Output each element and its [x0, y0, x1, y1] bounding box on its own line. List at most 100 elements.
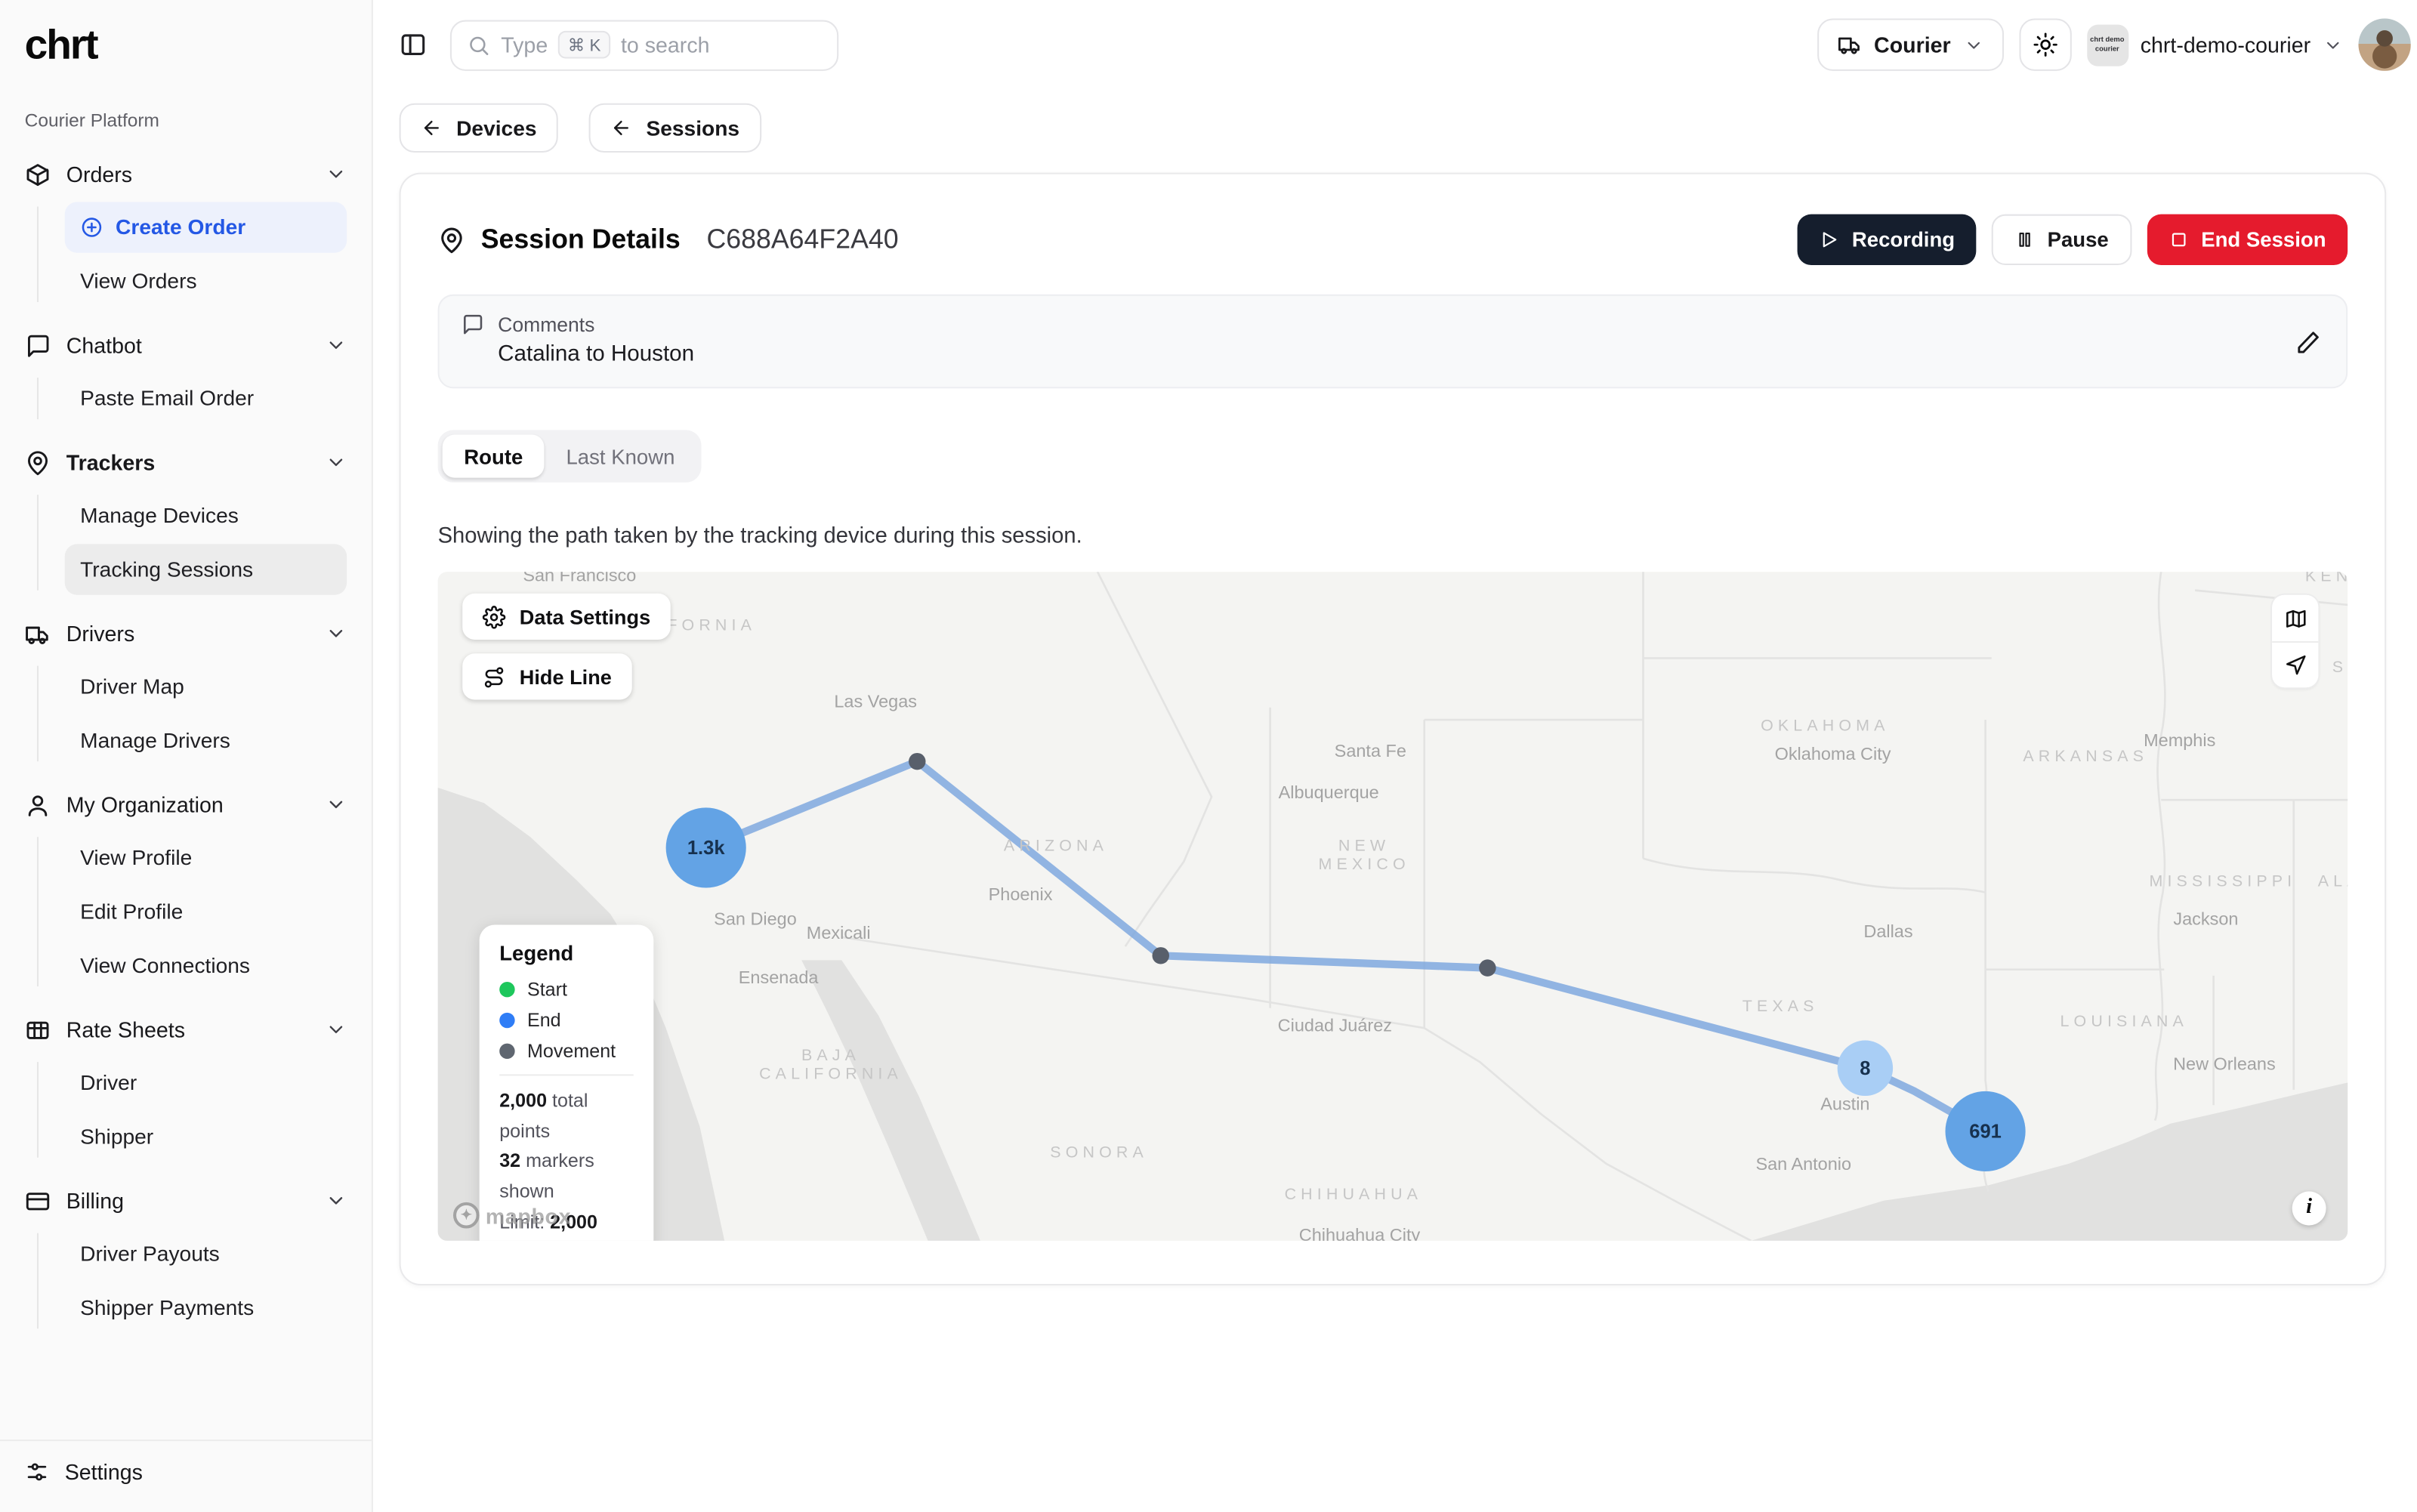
- legend-stat: 2,000 total points: [499, 1087, 634, 1147]
- data-settings-button[interactable]: Data Settings: [462, 594, 670, 640]
- map-style-button[interactable]: [2272, 595, 2318, 641]
- end-session-button[interactable]: End Session: [2147, 214, 2348, 265]
- tracking-map[interactable]: 1.3k8691 San FranciscoCALIFORNIALas Vega…: [438, 572, 2348, 1241]
- navigation-arrow-icon: [2283, 653, 2307, 677]
- map-label-memphis: Memphis: [2144, 732, 2215, 750]
- chevron-down-icon: [326, 622, 347, 644]
- pause-button[interactable]: Pause: [1992, 214, 2131, 265]
- sidebar-item-tracking-sessions[interactable]: Tracking Sessions: [65, 544, 347, 594]
- sidebar-item-manage-devices[interactable]: Manage Devices: [65, 490, 347, 541]
- map-label-new-orleans: New Orleans: [2173, 1056, 2276, 1074]
- app-window: chrt Courier Platform OrdersCreate Order…: [0, 0, 2417, 1512]
- sidebar-item-orders[interactable]: Orders: [25, 150, 347, 199]
- sidebar-item-manage-drivers[interactable]: Manage Drivers: [65, 715, 347, 766]
- map-pin-icon: [25, 449, 51, 476]
- tab-last-known[interactable]: Last Known: [545, 435, 696, 478]
- theme-toggle-button[interactable]: [2018, 18, 2070, 70]
- sidebar-toggle-button[interactable]: [400, 31, 428, 59]
- message-square-icon: [25, 332, 51, 359]
- sidebar-subgroup-drivers: Driver MapManage Drivers: [25, 662, 347, 767]
- map-label-chihuahua: CHIHUAHUA: [1285, 1185, 1422, 1203]
- account-name: chrt-demo-courier: [2141, 32, 2311, 57]
- map-label-oklahoma-city: Oklahoma City: [1775, 746, 1891, 764]
- stop-square-icon: [2169, 230, 2189, 250]
- map-label-louisiana: LOUISIANA: [2060, 1013, 2188, 1031]
- comments-label: Comments: [498, 313, 594, 336]
- sidebar-item-settings[interactable]: Settings: [25, 1460, 347, 1485]
- user-avatar[interactable]: [2358, 18, 2410, 70]
- sidebar-item-trackers[interactable]: Trackers: [25, 438, 347, 487]
- map-description: Showing the path taken by the tracking d…: [438, 524, 2348, 549]
- map-label-san-diego: San Diego: [714, 911, 797, 929]
- sidebar-item-edit-profile[interactable]: Edit Profile: [65, 886, 347, 937]
- sidebar-subgroup-trackers: Manage DevicesTracking Sessions: [25, 490, 347, 595]
- search-input[interactable]: Type ⌘ K to search: [450, 20, 838, 70]
- hide-line-button[interactable]: Hide Line: [462, 653, 631, 699]
- sidebar-subgroup-my-organization: View ProfileEdit ProfileView Connections: [25, 832, 347, 991]
- back-devices-button[interactable]: Devices: [400, 103, 559, 153]
- sidebar-item-chatbot[interactable]: Chatbot: [25, 320, 347, 369]
- back-sessions-button[interactable]: Sessions: [589, 103, 761, 153]
- sidebar-item-view-profile[interactable]: View Profile: [65, 832, 347, 883]
- play-icon: [1820, 230, 1840, 250]
- sidebar-item-shipper-payments[interactable]: Shipper Payments: [65, 1282, 347, 1333]
- user-icon: [25, 791, 51, 818]
- legend-item-movement: Movement: [499, 1041, 634, 1063]
- legend-stat: 32 markers shown: [499, 1147, 634, 1208]
- sidebar-item-driver-map[interactable]: Driver Map: [65, 662, 347, 712]
- sidebar-item-my-organization[interactable]: My Organization: [25, 780, 347, 829]
- legend-dot-end: [499, 1013, 514, 1028]
- sidebar-item-drivers[interactable]: Drivers: [25, 609, 347, 658]
- tab-route[interactable]: Route: [443, 435, 545, 478]
- map-icon: [2283, 606, 2307, 630]
- sidebar-item-driver-payouts[interactable]: Driver Payouts: [65, 1229, 347, 1279]
- map-label-chihuahua-city: Chihuahua City: [1299, 1227, 1420, 1240]
- legend-item-start: Start: [499, 979, 634, 1001]
- legend-dot-movement: [499, 1044, 514, 1059]
- sidebar: chrt Courier Platform OrdersCreate Order…: [0, 0, 373, 1512]
- package-icon: [25, 161, 51, 187]
- locate-button[interactable]: [2272, 641, 2318, 687]
- sidebar-item-shipper[interactable]: Shipper: [65, 1111, 347, 1162]
- sidebar-subgroup-billing: Driver PayoutsShipper Payments: [25, 1229, 347, 1334]
- sidebar-item-rate-sheets[interactable]: Rate Sheets: [25, 1005, 347, 1054]
- account-menu[interactable]: chrt demo courier chrt-demo-courier: [2086, 24, 2343, 66]
- mapbox-logo-icon: ✦: [453, 1202, 480, 1229]
- sidebar-item-view-connections[interactable]: View Connections: [65, 940, 347, 991]
- org-switcher-button[interactable]: Courier: [1817, 18, 2004, 70]
- search-placeholder-prefix: Type: [501, 32, 548, 57]
- map-controls: [2272, 595, 2318, 687]
- map-info-button[interactable]: i: [2292, 1192, 2326, 1226]
- map-label-ensenada: Ensenada: [739, 970, 819, 988]
- truck-icon: [1837, 32, 1862, 57]
- map-label-san-antonio: San Antonio: [1755, 1156, 1851, 1174]
- sidebar-item-view-orders[interactable]: View Orders: [65, 256, 347, 307]
- sidebar-subgroup-rate-sheets: DriverShipper: [25, 1057, 347, 1162]
- arrow-left-icon: [611, 117, 633, 139]
- map-label-dallas: Dallas: [1863, 923, 1912, 941]
- legend-dot-start: [499, 982, 514, 997]
- sidebar-subgroup-orders: Create OrderView Orders: [25, 202, 347, 307]
- gear-icon: [483, 605, 506, 628]
- sidebar-item-paste-email-order[interactable]: Paste Email Order: [65, 373, 347, 424]
- session-card: Session Details C688A64F2A40 Recording P…: [400, 173, 2387, 1285]
- sidebar-item-driver[interactable]: Driver: [65, 1057, 347, 1108]
- map-label-albuquerque: Albuquerque: [1279, 785, 1379, 803]
- map-label-san-francisco: San Francisco: [523, 572, 636, 585]
- map-label-arkansas: ARKANSAS: [2023, 748, 2148, 766]
- settings-label: Settings: [65, 1460, 143, 1485]
- map-label-kentuc: KENTUC: [2305, 572, 2348, 585]
- map-label-austin: Austin: [1820, 1096, 1869, 1114]
- map-label-arizona: ARIZONA: [1004, 837, 1108, 855]
- org-avatar-badge: chrt demo courier: [2086, 24, 2128, 66]
- org-switcher-label: Courier: [1874, 32, 1951, 57]
- recording-status-button[interactable]: Recording: [1798, 214, 1976, 265]
- map-label-sonora: SONORA: [1050, 1143, 1148, 1162]
- panel-left-icon: [400, 31, 428, 59]
- sidebar-item-create-order[interactable]: Create Order: [65, 202, 347, 252]
- map-label-mississippi: MISSISSIPPI: [2149, 872, 2296, 890]
- credit-card-icon: [25, 1187, 51, 1214]
- sidebar-item-billing[interactable]: Billing: [25, 1176, 347, 1225]
- edit-comments-button[interactable]: [2295, 329, 2322, 355]
- chevron-down-icon: [326, 452, 347, 474]
